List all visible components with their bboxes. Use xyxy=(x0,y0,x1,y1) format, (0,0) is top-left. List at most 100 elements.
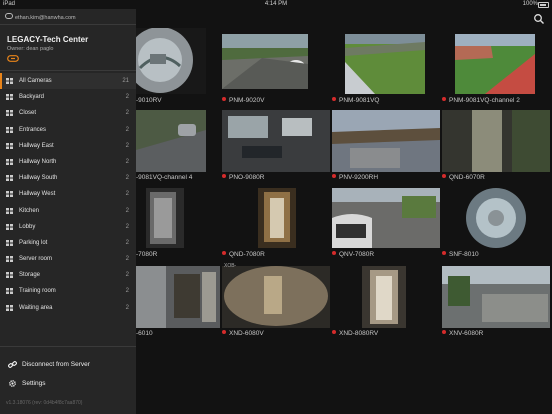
camera-thumbnail xyxy=(442,188,550,248)
group-item-training-room[interactable]: Training room 2 xyxy=(0,283,136,299)
group-count: 2 xyxy=(125,239,129,246)
group-item-hallway-north[interactable]: Hallway North 2 xyxy=(0,154,136,170)
camera-label: XNV-6080R xyxy=(442,330,483,337)
group-label: Training room xyxy=(19,288,56,295)
group-item-entrances[interactable]: Entrances 2 xyxy=(0,122,136,138)
camera-label: XND-8080RV xyxy=(332,330,378,337)
camera-grid: -9010RV PNM-9020V PNM-9081VQ PNM-9081VQ-… xyxy=(136,28,552,348)
search-icon[interactable] xyxy=(533,13,545,25)
disconnect-button[interactable]: Disconnect from Server xyxy=(0,356,136,374)
account-row[interactable]: ethan.kim@hanwha.com xyxy=(5,13,76,21)
camera-thumbnail xyxy=(258,188,296,248)
divider xyxy=(0,24,136,25)
app-version: v1.3.18076 (rev: 0d4b4f8c7aa870) xyxy=(6,400,83,406)
group-item-backyard[interactable]: Backyard 2 xyxy=(0,89,136,105)
status-dot xyxy=(222,174,226,178)
camera-label: QND-7080R xyxy=(222,251,265,258)
camera-thumbnail xyxy=(332,110,440,172)
divider xyxy=(0,346,136,347)
camera-label: PNV-9200RH xyxy=(332,174,378,181)
group-item-hallway-west[interactable]: Hallway West 2 xyxy=(0,186,136,202)
camera-group-icon xyxy=(6,239,13,246)
camera-thumbnail xyxy=(136,110,206,172)
camera-label: -9081VQ-channel 4 xyxy=(136,174,193,181)
group-count: 2 xyxy=(125,272,129,279)
camera-group-icon xyxy=(6,288,13,295)
group-item-all-cameras[interactable]: All Cameras 21 xyxy=(0,73,136,90)
group-label: Closet xyxy=(19,110,37,117)
camera-label: PNO-9080R xyxy=(222,174,264,181)
group-label: Backyard xyxy=(19,94,45,101)
camera-thumbnail xyxy=(455,34,535,94)
group-label: Server room xyxy=(19,256,53,263)
group-label: Lobby xyxy=(19,223,36,230)
group-count: 2 xyxy=(125,175,129,182)
overlay-text: XOB- xyxy=(224,263,237,269)
disconnect-icon xyxy=(8,361,17,368)
camera-group-icon xyxy=(6,126,13,133)
camera-group-icon xyxy=(6,175,13,182)
connected-link-icon xyxy=(7,55,19,62)
group-item-storage[interactable]: Storage 2 xyxy=(0,267,136,283)
group-item-hallway-east[interactable]: Hallway East 2 xyxy=(0,138,136,154)
clock: 4:14 PM xyxy=(264,1,288,7)
group-item-waiting-area[interactable]: Waiting area 2 xyxy=(0,300,136,316)
status-dot xyxy=(222,97,226,101)
camera-group-icon xyxy=(6,110,13,117)
group-count: 2 xyxy=(125,110,129,117)
status-bar: iPad 4:14 PM 100% xyxy=(0,0,552,9)
status-dot xyxy=(442,97,446,101)
disconnect-label: Disconnect from Server xyxy=(22,361,90,368)
camera-thumbnail xyxy=(345,34,425,94)
camera-thumbnail xyxy=(442,266,550,328)
camera-thumbnail xyxy=(136,28,206,94)
group-item-server-room[interactable]: Server room 2 xyxy=(0,251,136,267)
camera-group-icon xyxy=(6,191,13,198)
group-count: 2 xyxy=(125,207,129,214)
camera-label: QNV-7080R xyxy=(332,251,374,258)
group-count: 2 xyxy=(125,158,129,165)
group-label: Parking lot xyxy=(19,239,48,246)
group-item-parking-lot[interactable]: Parking lot 2 xyxy=(0,235,136,251)
camera-thumbnail xyxy=(222,110,330,172)
camera-label: -7080R xyxy=(136,251,158,258)
group-count: 2 xyxy=(125,304,129,311)
camera-label: PNM-9081VQ-channel 2 xyxy=(442,97,520,104)
account-email: ethan.kim@hanwha.com xyxy=(15,15,76,21)
group-label: Hallway South xyxy=(19,175,58,182)
group-label: Waiting area xyxy=(19,304,53,311)
group-label: Storage xyxy=(19,272,41,279)
group-item-lobby[interactable]: Lobby 2 xyxy=(0,219,136,235)
camera-group-icon xyxy=(6,272,13,279)
group-label: Entrances xyxy=(19,126,47,133)
group-count: 2 xyxy=(125,256,129,263)
camera-group-icon xyxy=(6,158,13,165)
camera-label: -9010RV xyxy=(136,97,162,104)
status-dot xyxy=(332,174,336,178)
group-item-kitchen[interactable]: Kitchen 2 xyxy=(0,203,136,219)
site-owner: Owner: dean paglo xyxy=(7,46,54,52)
camera-thumbnail xyxy=(222,34,308,89)
active-indicator xyxy=(0,73,2,90)
camera-group-list: All Cameras 21 Backyard 2 Closet 2 Entra… xyxy=(0,73,136,316)
camera-group-icon xyxy=(6,94,13,101)
group-count: 2 xyxy=(125,191,129,198)
group-item-hallway-south[interactable]: Hallway South 2 xyxy=(0,170,136,186)
camera-thumbnail xyxy=(362,266,406,328)
camera-thumbnail xyxy=(332,188,440,248)
camera-group-icon xyxy=(6,78,13,84)
status-dot xyxy=(442,174,446,178)
camera-group-icon xyxy=(6,207,13,214)
camera-thumbnail xyxy=(442,110,550,172)
group-count: 2 xyxy=(125,142,129,149)
group-count: 2 xyxy=(125,126,129,133)
site-name: LEGACY-Tech Center xyxy=(7,35,89,44)
gear-icon xyxy=(9,380,16,387)
settings-button[interactable]: Settings xyxy=(0,375,136,393)
group-item-closet[interactable]: Closet 2 xyxy=(0,105,136,121)
group-label: Hallway West xyxy=(19,191,56,198)
camera-group-icon xyxy=(6,304,13,311)
settings-label: Settings xyxy=(22,380,46,387)
group-label: Kitchen xyxy=(19,207,40,214)
camera-label: PNM-9081VQ xyxy=(332,97,379,104)
